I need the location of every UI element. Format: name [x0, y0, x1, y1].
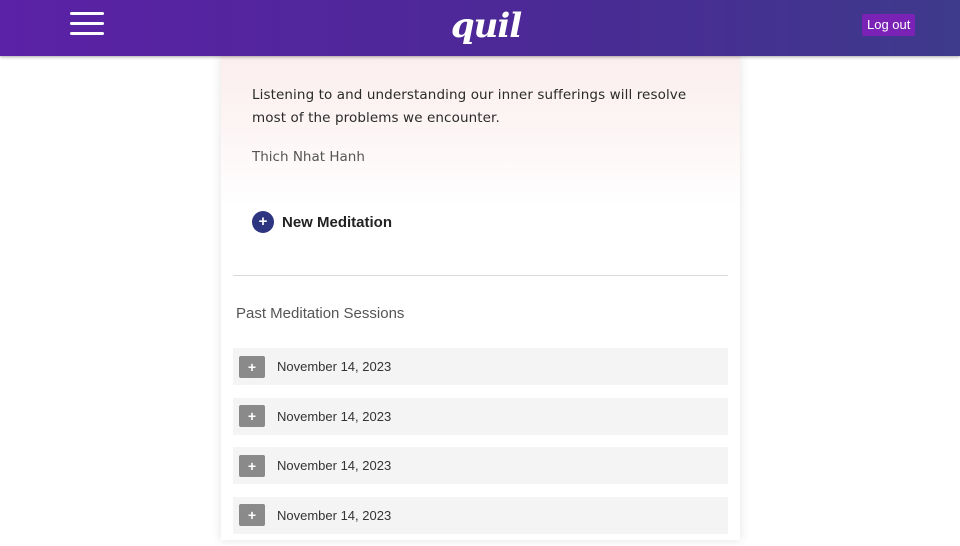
session-date: November 14, 2023 [277, 408, 392, 424]
main-card: Listening to and understanding our inner… [221, 56, 740, 540]
expand-plus-icon[interactable]: + [239, 504, 265, 526]
expand-plus-icon[interactable]: + [239, 355, 265, 378]
quil-logo[interactable]: quil [446, 6, 526, 50]
session-date: November 14, 2023 [277, 359, 392, 374]
past-sessions-list: + November 14, 2023 + November 14, 2023 … [233, 348, 728, 546]
hamburger-menu-icon[interactable] [70, 10, 106, 40]
session-row[interactable]: + November 14, 2023 [233, 447, 728, 484]
quote-section: Listening to and understanding our inner… [221, 56, 740, 206]
plus-icon: + [252, 211, 274, 233]
session-date: November 14, 2023 [277, 507, 392, 523]
session-row[interactable]: + November 14, 2023 [233, 397, 728, 435]
top-nav-bar: quil Log out [0, 0, 960, 56]
session-row[interactable]: + November 14, 2023 [233, 348, 728, 385]
section-divider [233, 275, 728, 276]
logout-button[interactable]: Log out [862, 14, 916, 36]
quote-text: Listening to and understanding our inner… [252, 87, 687, 126]
session-row[interactable]: + November 14, 2023 [233, 496, 728, 534]
session-date: November 14, 2023 [277, 458, 392, 473]
past-sessions-title: Past Meditation Sessions [236, 305, 405, 322]
quote-author: Thich Nhat Hanh [252, 149, 365, 165]
expand-plus-icon[interactable]: + [239, 454, 265, 477]
expand-plus-icon[interactable]: + [239, 405, 265, 427]
new-meditation-button[interactable]: + New Meditation [252, 210, 392, 234]
new-meditation-label: New Meditation [282, 213, 393, 231]
